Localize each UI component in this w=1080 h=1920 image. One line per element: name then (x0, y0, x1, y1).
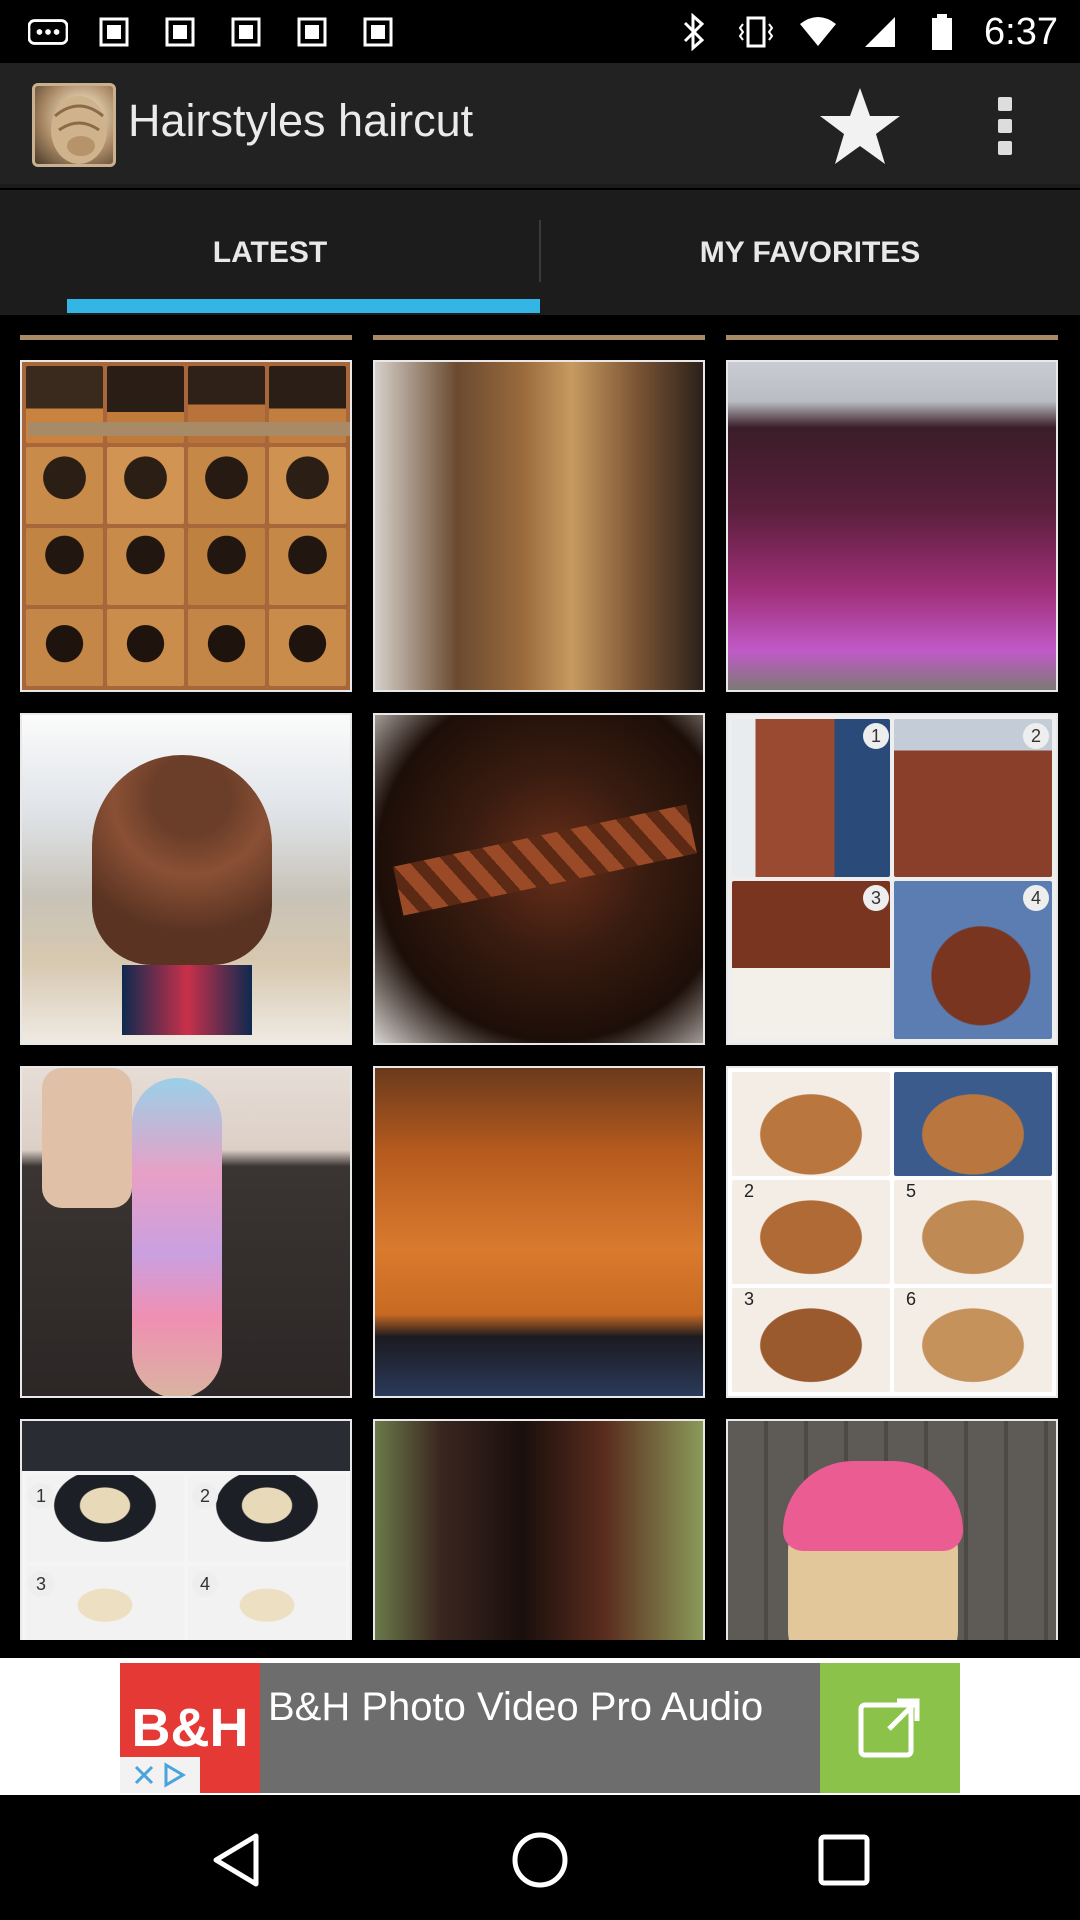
home-icon[interactable] (500, 1825, 580, 1895)
grid-item-dark-brown-ombre[interactable] (373, 1419, 705, 1640)
image-icon (292, 14, 332, 50)
step-number-badge: 1 (863, 723, 889, 749)
notification-icons (28, 14, 398, 50)
navigation-bar (0, 1800, 1080, 1920)
recents-icon[interactable] (804, 1825, 884, 1895)
step-number-label: 3 (743, 1288, 754, 1309)
image-icon (358, 14, 398, 50)
partial-tile-strip (20, 335, 352, 340)
adchoices-badge[interactable] (120, 1757, 200, 1793)
step-number-badge: 3 (863, 885, 889, 911)
signal-icon (860, 14, 900, 50)
step-number-badge: 4 (1023, 885, 1049, 911)
close-icon[interactable] (133, 1764, 155, 1786)
step-number-badge: 4 (192, 1571, 218, 1597)
battery-icon (922, 14, 962, 50)
ad-content[interactable]: B&H B&H Photo Video Pro Audio (120, 1663, 960, 1793)
grid-item-braided-top-bun[interactable] (20, 713, 352, 1045)
step-number-badge: 2 (1023, 723, 1049, 749)
bluetooth-icon (674, 13, 714, 51)
partial-tile-strip (373, 335, 705, 340)
vibrate-icon (736, 14, 776, 50)
system-icons: 6:37 (674, 8, 1058, 56)
app-bar: Hairstyles haircut (0, 63, 1080, 188)
tab-selected-indicator (67, 299, 540, 313)
grid-item-tutorial-collage-bun[interactable] (20, 360, 352, 692)
clock: 6:37 (984, 10, 1058, 53)
star-icon[interactable] (815, 81, 905, 171)
overflow-menu-icon[interactable] (980, 81, 1030, 171)
grid-item-copper-straight-hair[interactable] (373, 1066, 705, 1398)
back-icon[interactable] (196, 1825, 276, 1895)
step-number-label: 6 (905, 1288, 916, 1309)
image-icon (226, 14, 266, 50)
step-number-label: 2 (743, 1180, 754, 1201)
image-icon (160, 14, 200, 50)
grid-item-rainbow-fishtail-braid[interactable] (20, 1066, 352, 1398)
hair-bun-logo[interactable] (32, 83, 116, 167)
tab-bar: LATEST MY FAVORITES (0, 190, 1080, 315)
image-grid: 1 2 3 4 2 5 3 6 1 2 3 4 (0, 315, 1080, 1640)
grid-item-purple-ombre-curls[interactable] (726, 360, 1058, 692)
grid-item-braid-bun-steps[interactable]: 1 2 3 4 (726, 713, 1058, 1045)
grid-item-half-up-bow-steps[interactable]: 2 5 3 6 (726, 1066, 1058, 1398)
more-notifications-icon (28, 14, 68, 50)
grid-item-wavy-brown-ombre[interactable] (373, 360, 705, 692)
open-external-icon[interactable] (820, 1663, 960, 1793)
grid-item-pink-lace-headband[interactable] (726, 1419, 1058, 1640)
wifi-icon (798, 14, 838, 50)
step-number-label: 5 (905, 1180, 916, 1201)
partial-tile-strip (726, 335, 1058, 340)
tab-my-favorites[interactable]: MY FAVORITES (540, 190, 1080, 315)
grid-item-side-braid-closeup[interactable] (373, 713, 705, 1045)
image-icon (94, 14, 134, 50)
adchoices-icon[interactable] (161, 1762, 187, 1788)
grid-item-blonde-steps[interactable]: 1 2 3 4 (20, 1419, 352, 1640)
tab-latest[interactable]: LATEST (0, 190, 540, 315)
step-number-badge: 3 (28, 1571, 54, 1597)
status-bar: 6:37 (0, 0, 1080, 63)
step-number-badge: 1 (28, 1483, 54, 1509)
step-number-badge: 2 (192, 1483, 218, 1509)
app-title: Hairstyles haircut (128, 95, 474, 146)
ad-text: B&H Photo Video Pro Audio (268, 1685, 764, 1729)
